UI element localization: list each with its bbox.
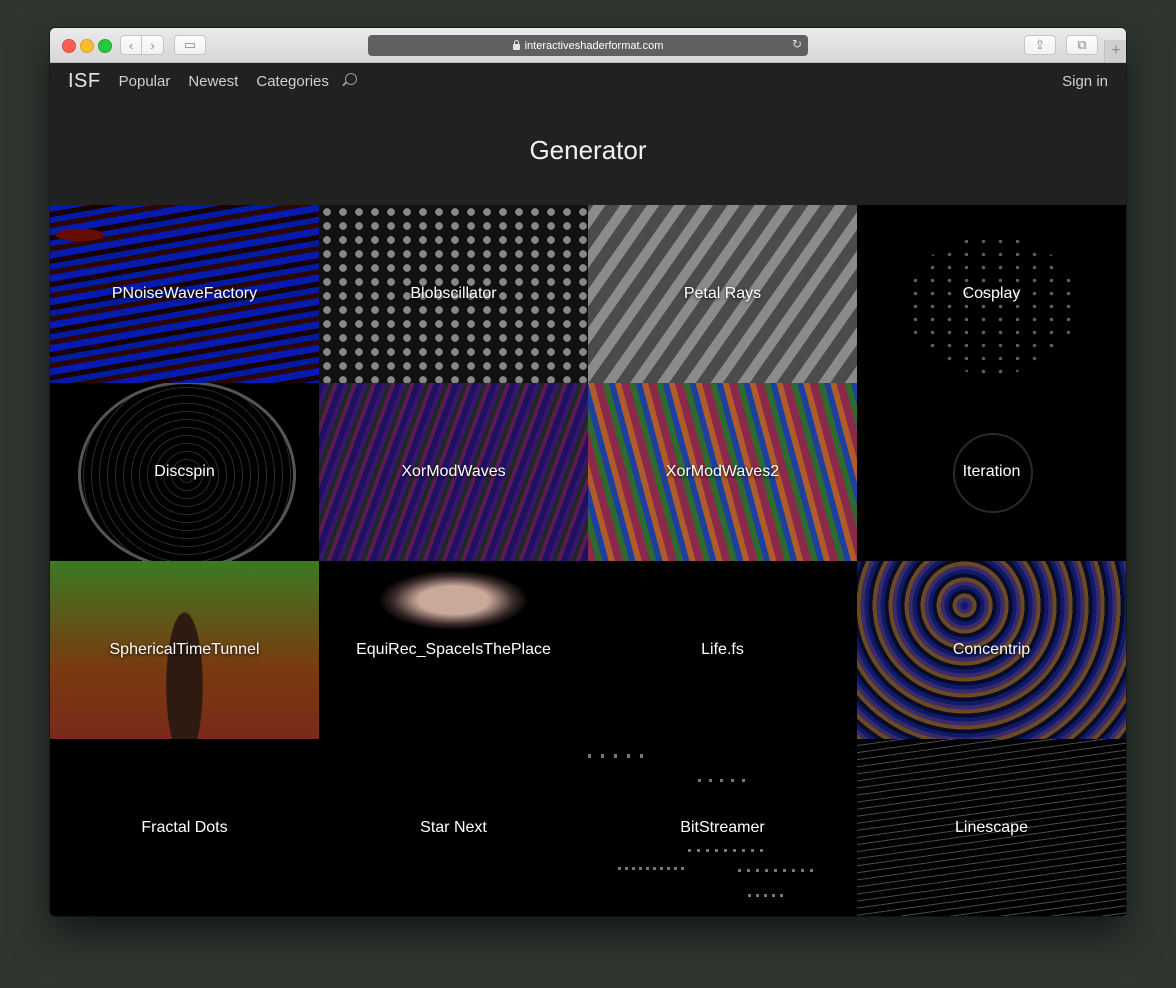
nav-newest[interactable]: Newest: [188, 73, 238, 90]
shader-title: Fractal Dots: [141, 819, 228, 836]
url-text: interactiveshaderformat.com: [524, 39, 664, 52]
shader-tile[interactable]: XorModWaves: [319, 383, 588, 561]
site-nav: ISF Popular Newest Categories Sign in: [50, 62, 1126, 100]
shader-tile[interactable]: Iteration: [857, 383, 1126, 561]
new-tab-button[interactable]: +: [1104, 40, 1126, 62]
shader-title: XorModWaves: [401, 463, 506, 480]
tabs-icon: ⧉: [1077, 37, 1087, 52]
shader-tile[interactable]: Concentrip: [857, 561, 1126, 739]
shader-tile[interactable]: Life.fs: [588, 561, 857, 739]
plus-icon: +: [1111, 42, 1121, 59]
reload-icon[interactable]: ↻: [792, 37, 802, 51]
shader-title: Discspin: [154, 463, 215, 480]
browser-toolbar: ‹ › ▭ interactiveshaderformat.com ↻ ⇪ ⧉ …: [50, 28, 1126, 63]
zoom-window-button[interactable]: [98, 39, 112, 53]
shader-title: Petal Rays: [683, 285, 762, 302]
sidebar-toggle-button[interactable]: ▭: [174, 35, 206, 55]
address-bar[interactable]: interactiveshaderformat.com ↻: [368, 35, 808, 56]
shader-title: EquiRec_SpaceIsThePlace: [356, 641, 551, 658]
nav-popular[interactable]: Popular: [119, 73, 171, 90]
shader-thumbnail-dots: [907, 235, 1077, 375]
site-logo[interactable]: ISF: [68, 70, 101, 93]
shader-title: PNoiseWaveFactory: [111, 285, 258, 302]
page-title: Generator: [529, 135, 647, 165]
sidebar-icon: ▭: [183, 37, 197, 52]
shader-tile[interactable]: Linescape: [857, 739, 1126, 916]
back-button[interactable]: ‹: [120, 35, 142, 55]
search-icon[interactable]: [344, 73, 357, 85]
shader-tile[interactable]: Discspin: [50, 383, 319, 561]
chevron-left-icon: ‹: [128, 37, 134, 53]
shader-tile[interactable]: BitStreamer: [588, 739, 857, 916]
shader-title: Cosplay: [962, 285, 1021, 302]
browser-window: ‹ › ▭ interactiveshaderformat.com ↻ ⇪ ⧉ …: [50, 28, 1126, 916]
sign-in-link[interactable]: Sign in: [1062, 73, 1108, 90]
share-button[interactable]: ⇪: [1024, 35, 1056, 55]
shader-tile[interactable]: Fractal Dots: [50, 739, 319, 916]
shader-tile[interactable]: XorModWaves2: [588, 383, 857, 561]
shader-tile[interactable]: Petal Rays: [588, 205, 857, 383]
chevron-right-icon: ›: [150, 37, 155, 53]
shader-title: Star Next: [420, 819, 487, 836]
shader-title: Concentrip: [952, 641, 1031, 658]
shader-tile[interactable]: SphericalTimeTunnel: [50, 561, 319, 739]
nav-categories[interactable]: Categories: [256, 73, 329, 90]
shader-title: BitStreamer: [680, 819, 765, 836]
shader-title: Blobscillator: [410, 285, 497, 302]
share-icon: ⇪: [1034, 37, 1046, 52]
shader-title: SphericalTimeTunnel: [109, 641, 260, 658]
shader-tile[interactable]: Blobscillator: [319, 205, 588, 383]
show-tabs-button[interactable]: ⧉: [1066, 35, 1098, 55]
shader-tile[interactable]: PNoiseWaveFactory: [50, 205, 319, 383]
shader-tile[interactable]: EquiRec_SpaceIsThePlace: [319, 561, 588, 739]
shader-title: Life.fs: [701, 641, 744, 658]
close-window-button[interactable]: [62, 39, 76, 53]
shader-title: Iteration: [962, 463, 1021, 480]
shader-tile[interactable]: Star Next: [319, 739, 588, 916]
shader-grid: PNoiseWaveFactory Blobscillator Petal Ra…: [50, 205, 1126, 916]
shader-tile[interactable]: Cosplay: [857, 205, 1126, 383]
shader-title: XorModWaves2: [665, 463, 780, 480]
minimize-window-button[interactable]: [80, 39, 94, 53]
lock-icon: [512, 39, 520, 50]
shader-title: Linescape: [955, 819, 1028, 836]
forward-button[interactable]: ›: [142, 35, 164, 55]
